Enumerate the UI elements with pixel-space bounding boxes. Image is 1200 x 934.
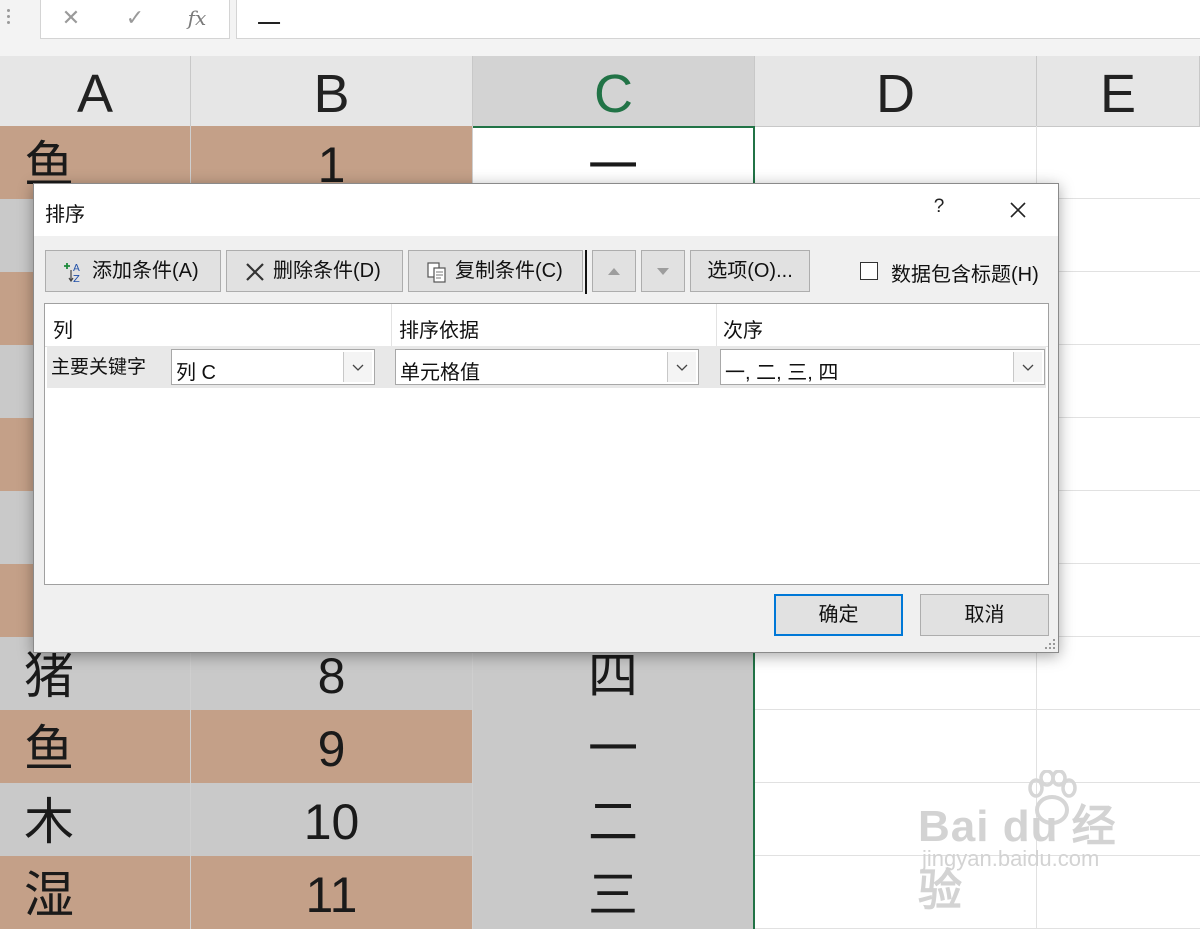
move-down-button[interactable] <box>641 250 685 292</box>
cell-e3[interactable] <box>1037 272 1200 345</box>
sort-on-select[interactable]: 单元格值 <box>395 349 699 385</box>
cell-b10[interactable]: 10 <box>191 783 473 856</box>
has-headers-label: 数据包含标题(H) <box>891 264 1039 286</box>
formula-bar-buttons: ✕ ✓ fx <box>40 0 230 39</box>
resize-grip-icon[interactable] <box>1044 638 1056 650</box>
baidu-jingyan-watermark: Bai du 经验 jingyan.baidu.com <box>918 770 1148 915</box>
chevron-down-icon[interactable] <box>667 352 696 382</box>
add-condition-label: 添加条件(A) <box>92 260 199 282</box>
order-select-value: 一, 二, 三, 四 <box>725 362 839 384</box>
close-icon <box>1010 202 1026 218</box>
cell-a9[interactable]: 鱼 <box>0 710 191 783</box>
checkbox-box[interactable] <box>860 262 878 280</box>
header-divider <box>391 304 392 346</box>
cell-b9[interactable]: 9 <box>191 710 473 783</box>
cell-e6[interactable] <box>1037 491 1200 564</box>
confirm-entry-icon[interactable]: ✓ <box>119 4 151 32</box>
copy-icon <box>427 262 446 283</box>
delete-condition-button[interactable]: 删除条件(D) <box>226 250 403 292</box>
column-header-a[interactable]: A <box>0 56 191 126</box>
cell-e4[interactable] <box>1037 345 1200 418</box>
formula-input[interactable]: 一 <box>236 0 1200 39</box>
sort-level-row[interactable]: 主要关键字 列 C 单元格值 一, 二, 三, 四 <box>47 346 1046 388</box>
formula-value: 一 <box>257 11 281 38</box>
copy-condition-label: 复制条件(C) <box>455 260 563 282</box>
copy-condition-button[interactable]: 复制条件(C) <box>408 250 583 292</box>
header-sort-on: 排序依据 <box>399 320 479 342</box>
add-condition-button[interactable]: A Z 添加条件(A) <box>45 250 221 292</box>
cell-c9[interactable]: 一 <box>473 710 755 783</box>
sort-levels-list: 列 排序依据 次序 主要关键字 列 C 单元格值 一, 二, 三, 四 <box>44 303 1049 585</box>
list-header: 列 排序依据 次序 <box>45 304 1048 347</box>
header-column: 列 <box>53 320 73 342</box>
column-select[interactable]: 列 C <box>171 349 375 385</box>
cell-e8[interactable] <box>1037 637 1200 710</box>
move-up-button[interactable] <box>592 250 636 292</box>
sort-dialog: 排序 ? A Z 添加条件(A) 删除条件(D) 复制条件(C) 选项(O)..… <box>33 183 1059 653</box>
cell-e2[interactable] <box>1037 199 1200 272</box>
column-header-row: A B C D E <box>0 56 1200 127</box>
watermark-url: jingyan.baidu.com <box>922 846 1100 871</box>
chevron-down-icon[interactable] <box>343 352 372 382</box>
cancel-entry-icon[interactable]: ✕ <box>55 4 87 32</box>
cell-b11[interactable]: 11 <box>191 856 473 929</box>
delete-x-icon <box>246 263 264 281</box>
column-header-d[interactable]: D <box>755 56 1037 126</box>
cell-e1[interactable] <box>1037 126 1200 199</box>
cell-c11[interactable]: 三 <box>473 856 755 929</box>
svg-text:Z: Z <box>73 274 80 284</box>
cancel-button[interactable]: 取消 <box>920 594 1049 636</box>
formula-bar: ✕ ✓ fx 一 <box>0 0 1200 56</box>
ok-button[interactable]: 确定 <box>774 594 903 636</box>
options-button[interactable]: 选项(O)... <box>690 250 810 292</box>
svg-text:A: A <box>73 263 80 274</box>
cell-e5[interactable] <box>1037 418 1200 491</box>
cell-a11[interactable]: 湿 <box>0 856 191 929</box>
header-order: 次序 <box>723 320 763 342</box>
column-header-e[interactable]: E <box>1037 56 1200 126</box>
triangle-down-icon <box>657 268 669 275</box>
sort-on-select-value: 单元格值 <box>400 362 480 384</box>
header-divider <box>716 304 717 346</box>
dialog-title: 排序 <box>45 204 85 226</box>
help-button[interactable]: ? <box>922 196 956 224</box>
cell-c10[interactable]: 二 <box>473 783 755 856</box>
chevron-down-icon[interactable] <box>1013 352 1042 382</box>
dialog-title-bar[interactable]: 排序 ? <box>34 184 1058 236</box>
cell-a10[interactable]: 木 <box>0 783 191 856</box>
toolbar-separator <box>585 250 587 294</box>
sort-level-label: 主要关键字 <box>51 357 147 378</box>
cell-e7[interactable] <box>1037 564 1200 637</box>
triangle-up-icon <box>608 268 620 275</box>
column-header-c[interactable]: C <box>473 56 755 126</box>
insert-function-button[interactable]: fx <box>181 4 213 32</box>
formula-bar-grip[interactable] <box>6 6 12 28</box>
order-select[interactable]: 一, 二, 三, 四 <box>720 349 1045 385</box>
column-select-value: 列 C <box>176 362 216 384</box>
close-button[interactable] <box>1000 194 1036 226</box>
column-header-b[interactable]: B <box>191 56 473 126</box>
delete-condition-label: 删除条件(D) <box>273 260 381 282</box>
add-sort-level-icon: A Z <box>64 263 80 284</box>
